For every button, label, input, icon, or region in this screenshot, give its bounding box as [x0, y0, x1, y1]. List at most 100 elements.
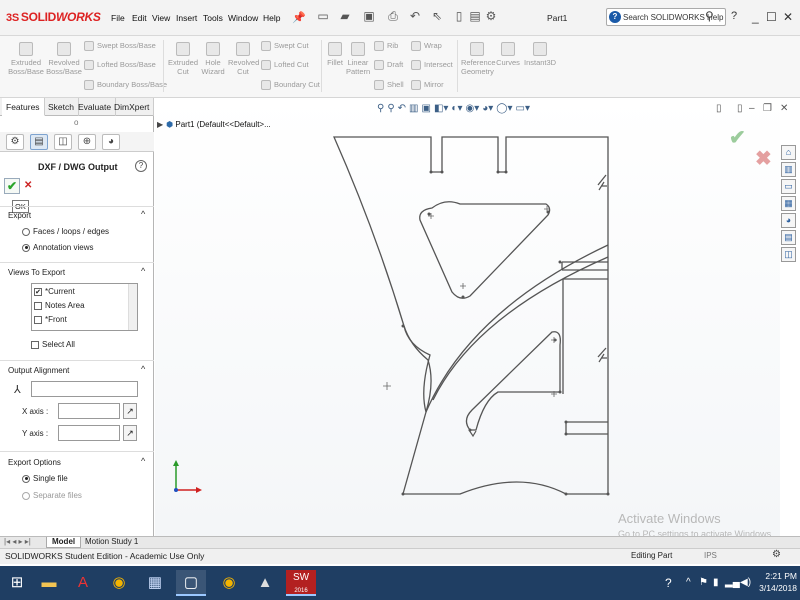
boundary-cut-button[interactable]: Boundary Cut	[261, 80, 320, 91]
menu-tools[interactable]: Tools	[203, 13, 223, 23]
close-button[interactable]: ✕	[783, 10, 793, 24]
chrome-icon[interactable]: ◉	[104, 570, 134, 596]
status-units[interactable]: IPS	[704, 551, 717, 560]
battery-icon[interactable]: ▮	[713, 577, 719, 588]
tab-features[interactable]: Features	[2, 98, 45, 116]
lofted-boss-button[interactable]: Lofted Boss/Base	[84, 60, 156, 71]
tab-motion-study[interactable]: Motion Study 1	[80, 537, 143, 548]
menu-window[interactable]: Window	[228, 13, 258, 23]
mirror-button[interactable]: Mirror	[411, 80, 444, 91]
list-scrollbar[interactable]	[128, 284, 137, 330]
help-dropdown[interactable]: ?	[731, 10, 737, 22]
acrobat-icon[interactable]: A	[68, 570, 98, 596]
list-item[interactable]: *Front	[34, 315, 67, 324]
forum-icon[interactable]: ◫	[781, 247, 796, 262]
flag-icon[interactable]: ⚑	[699, 577, 708, 588]
configuration-manager-icon[interactable]: ◫	[54, 134, 72, 150]
extruded-boss-button[interactable]: Extruded Boss/Base	[8, 42, 44, 76]
menu-file[interactable]: File	[111, 13, 125, 23]
origin-input[interactable]	[31, 381, 138, 397]
search-icon[interactable]: ⚲	[705, 9, 714, 23]
solidworks-logo[interactable]: 3S SOLIDWORKS	[6, 10, 101, 24]
panel-grip-icon[interactable]: o	[74, 118, 78, 127]
custom-properties-icon[interactable]: ▤	[781, 230, 796, 245]
lofted-cut-button[interactable]: Lofted Cut	[261, 60, 309, 71]
start-icon[interactable]: ⊞	[2, 570, 32, 596]
hole-wizard-button[interactable]: Hole Wizard	[199, 42, 227, 76]
swept-boss-button[interactable]: Swept Boss/Base	[84, 41, 156, 52]
radio-single-file[interactable]: Single file	[22, 474, 68, 483]
help-tray-icon[interactable]: ?	[665, 576, 672, 590]
print-icon[interactable]: ⎙	[386, 9, 400, 23]
fillet-button[interactable]: Fillet	[325, 42, 345, 67]
revolved-boss-button[interactable]: Revolved Boss/Base	[46, 42, 82, 76]
collapse-chevron-icon[interactable]: ^	[141, 456, 145, 466]
revolved-cut-button[interactable]: Revolved Cut	[228, 42, 259, 76]
rebuild-icon[interactable]: ▯	[452, 9, 466, 23]
reference-geometry-button[interactable]: Reference Geometry	[461, 42, 496, 76]
list-item[interactable]: Notes Area	[34, 301, 85, 310]
radio-annotation-views[interactable]: Annotation views	[22, 243, 93, 252]
menu-view[interactable]: View	[152, 13, 170, 23]
tab-model[interactable]: Model	[46, 537, 82, 548]
minimize-button[interactable]: _	[752, 10, 759, 24]
tab-scroll-arrows[interactable]: |◂ ◂ ▸ ▸|	[4, 537, 31, 546]
file-explorer-taskbar-icon[interactable]: ▬	[34, 570, 64, 596]
menu-edit[interactable]: Edit	[132, 13, 147, 23]
display-manager-icon[interactable]: ◕	[102, 134, 120, 150]
radio-faces-loops-edges[interactable]: Faces / loops / edges	[22, 227, 109, 236]
reverse-y-direction-icon[interactable]: ↗	[123, 425, 137, 441]
wrap-button[interactable]: Wrap	[411, 41, 442, 52]
shell-button[interactable]: Shell	[374, 80, 404, 91]
property-manager-icon[interactable]: ▤	[30, 134, 48, 150]
radio-separate-files[interactable]: Separate files	[22, 491, 82, 500]
appearances-icon[interactable]: ◕	[781, 213, 796, 228]
save-icon[interactable]: ▣	[362, 9, 376, 23]
undo-icon[interactable]: ↶	[408, 9, 422, 23]
tab-dimxpert[interactable]: DimXpert	[110, 98, 155, 116]
customize-status-icon[interactable]: ⚙	[772, 549, 781, 560]
network-icon[interactable]: ▂▄	[725, 577, 740, 588]
inkscape-icon[interactable]: ▲	[250, 570, 280, 596]
cancel-button[interactable]: ✕	[24, 180, 32, 191]
instant3d-button[interactable]: Instant3D	[524, 42, 556, 67]
checkbox-checked[interactable]: ✔	[34, 287, 42, 296]
file-explorer-icon[interactable]: ▭	[781, 179, 796, 194]
collapse-chevron-icon[interactable]: ^	[141, 266, 145, 276]
views-list[interactable]: ✔ *Current Notes Area *Front	[31, 283, 138, 331]
design-library-icon[interactable]: ▥	[781, 162, 796, 177]
draft-button[interactable]: Draft	[374, 60, 403, 71]
swept-cut-button[interactable]: Swept Cut	[261, 41, 309, 52]
select-all-checkbox[interactable]: Select All	[31, 340, 75, 349]
home-icon[interactable]: ⌂	[781, 145, 796, 160]
view-palette-icon[interactable]: ▦	[781, 196, 796, 211]
select-icon[interactable]: ⇖	[430, 9, 444, 23]
calculator-icon[interactable]: ▦	[140, 570, 170, 596]
new-document-icon[interactable]: ▭	[316, 9, 330, 23]
solidworks-taskbar-icon[interactable]: SW 2016	[286, 570, 316, 596]
x-axis-input[interactable]	[58, 403, 120, 419]
menu-help[interactable]: Help	[263, 13, 280, 23]
rib-button[interactable]: Rib	[374, 41, 398, 52]
options-gear-icon[interactable]: ⚙	[484, 9, 498, 23]
boundary-boss-button[interactable]: Boundary Boss/Base	[84, 80, 167, 91]
checkbox[interactable]	[34, 301, 42, 310]
menu-insert[interactable]: Insert	[176, 13, 197, 23]
app-window-icon[interactable]: ▢	[176, 570, 206, 596]
linear-pattern-button[interactable]: Linear Pattern	[346, 42, 370, 76]
doc-close-button[interactable]: ✕	[780, 103, 788, 114]
clock[interactable]: 2:21 PM 3/14/2018	[747, 570, 797, 594]
curves-button[interactable]: Curves	[496, 42, 520, 67]
pin-icon[interactable]: 📌	[292, 11, 306, 24]
chrome-icon-2[interactable]: ◉	[214, 570, 244, 596]
help-icon[interactable]: ?	[135, 160, 147, 172]
sketch-drawing[interactable]	[155, 98, 780, 536]
maximize-button[interactable]: ☐	[766, 10, 777, 24]
open-icon[interactable]: ▰	[338, 9, 352, 23]
collapse-chevron-icon[interactable]: ^	[141, 364, 145, 374]
reverse-x-direction-icon[interactable]: ↗	[123, 403, 137, 419]
file-properties-icon[interactable]: ▤	[468, 9, 482, 23]
checkbox[interactable]	[34, 315, 42, 324]
feature-manager-icon[interactable]: ⚙	[6, 134, 24, 150]
search-help-input[interactable]: ? Search SOLIDWORKS Help ⚲	[606, 8, 726, 26]
